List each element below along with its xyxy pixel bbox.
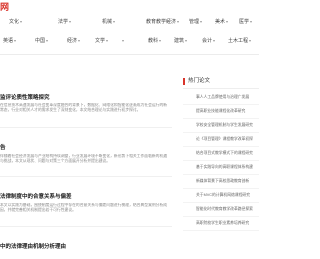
article-excerpt: 伴随着社会经济发展与产业结构持续调整，行业发展环境不断变化，新形势下相关工作面临…	[0, 154, 168, 163]
article-title[interactable]: 告	[0, 143, 6, 151]
nav-item[interactable]: 建筑▾	[174, 37, 187, 45]
article-excerpt: 在信息技术高速发展与社会变革深度融合的背景下，数据化、网络化和智能化逐渐成为社会…	[0, 103, 168, 112]
chevron-down-icon: ▾	[250, 19, 253, 24]
hot-paper-item[interactable]: 关于MVC的计算机网络课程研究	[183, 189, 259, 203]
hot-papers-header: 热门论文	[183, 76, 259, 89]
hot-papers-title: 热门论文	[188, 78, 211, 84]
nav-item[interactable]: 法学▾	[58, 18, 71, 26]
accent-bar	[183, 78, 185, 85]
chevron-down-icon: ▾	[78, 38, 81, 43]
hot-paper-item[interactable]: 高职院校学生职业素养培养研究	[183, 217, 259, 231]
hot-paper-item[interactable]: 基于实践导向的高职课程体系构建	[183, 161, 259, 175]
hot-paper-item[interactable]: 事人人工品牌使用与治理广发展	[183, 91, 259, 105]
nav-divider	[0, 54, 259, 55]
nav-item[interactable]: 文学▾	[95, 37, 108, 45]
nav-item[interactable]: 医学▾	[239, 18, 252, 26]
chevron-down-icon: ▾	[177, 19, 180, 24]
chevron-down-icon: ▾	[200, 19, 203, 24]
nav-item[interactable]: 美术▾	[215, 18, 228, 26]
chevron-down-icon: ▾	[249, 38, 252, 43]
hot-paper-item[interactable]: 结合项目式教学模式下的课程研究	[183, 147, 259, 161]
article-title[interactable]: 中的法律理由机制分析理由	[0, 242, 66, 250]
main-nav-row-2: 英语▾ 中国▾ 经济▾ 文学▾ ▾ 教科▾ 建筑▾ 会计▾ 土木工程▾	[0, 37, 259, 47]
nav-item[interactable]: 管理▾	[189, 18, 202, 26]
nav-item[interactable]: 教科▾	[148, 37, 161, 45]
nav-item[interactable]: 机械▾	[102, 18, 115, 26]
chevron-down-icon: ▾	[46, 38, 49, 43]
nav-item[interactable]: ▾	[121, 37, 124, 45]
hot-paper-item[interactable]: 新媒体背景下高校思政教育创新	[183, 175, 259, 189]
chevron-down-icon: ▾	[185, 38, 188, 43]
chevron-down-icon: ▾	[106, 38, 109, 43]
article-excerpt: 本文以实践为基础，围绕制度运行过程中存在的合意关系与偏差问题进行梳理，结合典型案…	[0, 203, 168, 212]
nav-item[interactable]: 经济▾	[166, 18, 179, 26]
article-divider	[0, 127, 172, 128]
article-title[interactable]: 监评论质性策略探究	[0, 93, 50, 101]
hot-paper-item[interactable]: 智能化时代教育教学改革路径探索	[183, 203, 259, 217]
site-logo[interactable]: 网	[0, 0, 9, 13]
chevron-down-icon: ▾	[226, 19, 229, 24]
main-nav-row-1: 文化▾ 法学▾ 机械▾ 教育教学▾ 经济▾ 管理▾ 美术▾ 医学▾	[0, 18, 259, 28]
nav-item[interactable]: 经济▾	[67, 37, 80, 45]
nav-item[interactable]: 会计▾	[202, 37, 215, 45]
chevron-down-icon: ▾	[213, 38, 216, 43]
nav-item[interactable]: 土木工程▾	[228, 37, 251, 45]
nav-item[interactable]: 文化▾	[9, 18, 22, 26]
nav-item[interactable]: 英语▾	[3, 37, 16, 45]
chevron-down-icon: ▾	[14, 38, 17, 43]
article-title[interactable]: 法律制度中的合意关系与偏差	[0, 192, 72, 200]
article-divider	[0, 226, 172, 227]
chevron-down-icon: ▾	[122, 38, 125, 43]
article-divider	[0, 176, 172, 177]
hot-paper-item[interactable]: 学校安全管理机制与学生发展研究	[183, 119, 259, 133]
hot-paper-item[interactable]: 提高职业技能课程化改革研究	[183, 105, 259, 119]
chevron-down-icon: ▾	[69, 19, 72, 24]
hot-paper-item[interactable]: 论《项目管理》课程教学改革初探	[183, 133, 259, 147]
chevron-down-icon: ▾	[159, 38, 162, 43]
chevron-down-icon: ▾	[20, 19, 23, 24]
nav-item[interactable]: 中国▾	[35, 37, 48, 45]
chevron-down-icon: ▾	[113, 19, 116, 24]
